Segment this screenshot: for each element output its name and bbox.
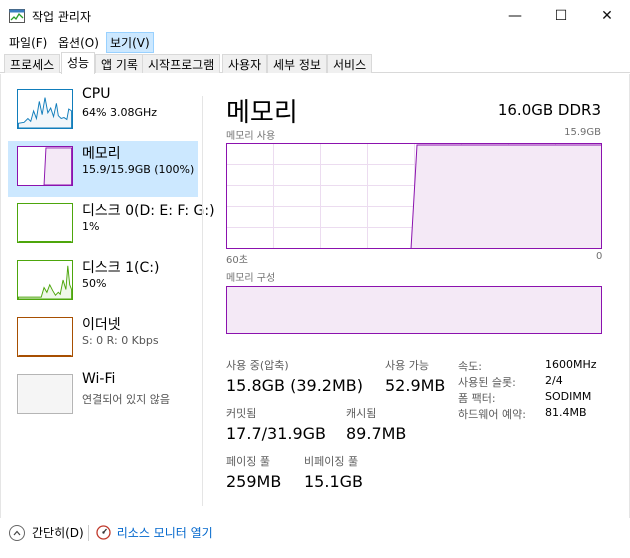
menu-file[interactable]: 파일(F) [6, 33, 50, 52]
sidebar-title: Wi-Fi [82, 371, 116, 387]
graph-time-start: 60초 [226, 255, 248, 266]
slots-label: 사용된 슬롯: [458, 376, 516, 389]
title-bar: 작업 관리자 — ☐ ✕ [0, 0, 630, 31]
form-factor-value: SODIMM [545, 390, 592, 403]
fewer-details-button[interactable]: 간단히(D) [32, 524, 84, 541]
sidebar-item-disk-0[interactable]: 디스크 0(D: E: F: G:) 1% [8, 198, 215, 254]
graph-max-label: 15.9GB [564, 127, 601, 138]
resource-monitor-link[interactable]: 리소스 모니터 열기 [117, 524, 213, 541]
memory-composition-bar[interactable] [226, 286, 602, 334]
cached-label: 캐시됨 [346, 407, 377, 420]
tab-bar: 프로세스 성능 앱 기록 시작프로그램 사용자 세부 정보 서비스 [0, 52, 630, 74]
tab-details[interactable]: 세부 정보 [267, 54, 327, 73]
paged-pool-value: 259MB [226, 472, 282, 491]
sidebar-subtitle: 1% [82, 220, 100, 233]
nonpaged-pool-value: 15.1GB [304, 472, 363, 491]
available-label: 사용 가능 [385, 359, 429, 372]
sidebar-item-disk-1[interactable]: 디스크 1(C:) 50% [8, 255, 198, 311]
sidebar-item-memory[interactable]: 메모리 15.9/15.9GB (100%) [8, 141, 198, 197]
resource-monitor-icon [96, 525, 111, 540]
maximize-button[interactable]: ☐ [538, 0, 584, 31]
close-button[interactable]: ✕ [584, 0, 630, 31]
footer: 간단히(D) 리소스 모니터 열기 [0, 518, 630, 558]
cpu-thumbnail-graph [17, 89, 73, 129]
tab-startup[interactable]: 시작프로그램 [142, 54, 221, 73]
sidebar-subtitle: 64% 3.08GHz [82, 106, 158, 119]
minimize-button[interactable]: — [492, 0, 538, 31]
tab-services[interactable]: 서비스 [327, 54, 373, 73]
speed-value: 1600MHz [545, 358, 597, 371]
composition-label: 메모리 구성 [226, 273, 276, 284]
memory-spec: 16.0GB DDR3 [497, 101, 601, 119]
paged-pool-label: 페이징 풀 [226, 455, 270, 468]
close-icon: ✕ [601, 7, 613, 24]
sidebar-title: 디스크 1(C:) [82, 260, 160, 276]
sidebar-title: CPU [82, 86, 111, 102]
memory-usage-graph [226, 143, 602, 249]
hardware-reserved-label: 하드웨어 예약: [458, 408, 526, 421]
disk-1-thumbnail-graph [17, 260, 73, 300]
nonpaged-pool-label: 비페이징 풀 [304, 455, 359, 468]
sidebar-title: 메모리 [82, 146, 121, 162]
committed-label: 커밋됨 [226, 407, 257, 420]
in-use-value: 15.8GB (39.2MB) [226, 376, 363, 395]
sidebar-item-cpu[interactable]: CPU 64% 3.08GHz [8, 84, 198, 140]
sidebar-subtitle: 50% [82, 277, 107, 290]
tab-users[interactable]: 사용자 [222, 54, 268, 73]
menu-bar: 파일(F) 옵션(O) 보기(V) [0, 31, 630, 53]
sidebar-item-wifi[interactable]: Wi-Fi 연결되어 있지 않음 [8, 369, 198, 425]
sidebar-subtitle: 연결되어 있지 않음 [82, 393, 170, 406]
memory-thumbnail-graph [17, 146, 73, 186]
slots-value: 2/4 [545, 374, 563, 387]
maximize-icon: ☐ [554, 7, 568, 24]
tab-performance[interactable]: 성능 [61, 52, 96, 74]
wifi-thumbnail-graph [17, 374, 73, 414]
page-title: 메모리 [226, 98, 298, 128]
sidebar-subtitle: S: 0 R: 0 Kbps [82, 334, 159, 347]
in-use-label: 사용 중(압축) [226, 359, 289, 372]
tab-app-history[interactable]: 앱 기록 [95, 54, 144, 73]
sidebar-title: 디스크 0(D: E: F: G:) [82, 203, 215, 219]
ethernet-thumbnail-graph [17, 317, 73, 357]
graph-time-end: 0 [596, 251, 603, 262]
chevron-up-icon[interactable] [9, 524, 25, 541]
cached-value: 89.7MB [346, 424, 407, 443]
sidebar-subtitle: 15.9/15.9GB (100%) [82, 163, 195, 176]
sidebar-item-ethernet[interactable]: 이더넷 S: 0 R: 0 Kbps [8, 312, 198, 368]
window-title: 작업 관리자 [32, 10, 92, 24]
hardware-reserved-value: 81.4MB [545, 406, 587, 419]
graph-label: 메모리 사용 [226, 131, 276, 142]
performance-panel: CPU 64% 3.08GHz 메모리 15.9/15.9GB (100%) 디… [0, 74, 630, 518]
footer-separator [87, 524, 89, 541]
speed-label: 속도: [458, 360, 482, 373]
sidebar-title: 이더넷 [82, 317, 121, 333]
committed-value: 17.7/31.9GB [226, 424, 327, 443]
panel-divider [202, 96, 203, 506]
available-value: 52.9MB [385, 376, 446, 395]
minimize-icon: — [508, 7, 522, 24]
menu-options[interactable]: 옵션(O) [55, 33, 102, 52]
form-factor-label: 폼 팩터: [458, 392, 496, 405]
tab-processes[interactable]: 프로세스 [4, 54, 61, 73]
task-manager-icon [9, 9, 25, 23]
menu-view[interactable]: 보기(V) [106, 32, 154, 53]
disk-0-thumbnail-graph [17, 203, 73, 243]
